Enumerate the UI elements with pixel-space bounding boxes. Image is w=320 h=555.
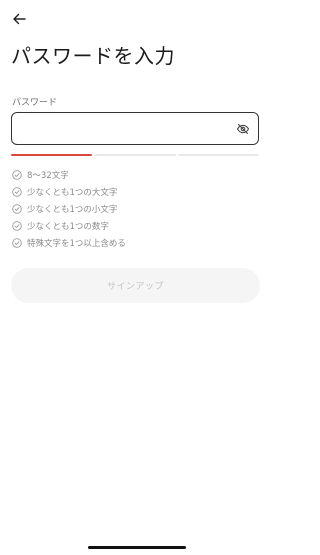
strength-segment	[94, 154, 176, 156]
strength-segment	[177, 154, 259, 156]
password-field[interactable]	[11, 112, 259, 145]
check-circle-icon	[12, 186, 22, 197]
requirement-text: 8〜32文字	[27, 170, 69, 181]
requirement-text: 特殊文字を1つ以上含める	[27, 238, 126, 249]
password-strength-meter	[11, 154, 259, 156]
check-circle-icon	[12, 203, 22, 214]
requirement-text: 少なくとも1つの大文字	[27, 187, 118, 198]
requirement-item: 少なくとも1つの数字	[12, 217, 126, 234]
requirement-item: 特殊文字を1つ以上含める	[12, 234, 126, 251]
check-circle-icon	[12, 169, 22, 180]
back-button[interactable]	[10, 10, 28, 28]
arrow-left-icon	[12, 12, 26, 26]
signup-button[interactable]: サインアップ	[11, 268, 260, 303]
check-circle-icon	[12, 220, 22, 231]
check-circle-icon	[12, 237, 22, 248]
eye-off-icon[interactable]	[236, 122, 250, 136]
page-title: パスワードを入力	[11, 44, 175, 68]
requirement-item: 少なくとも1つの大文字	[12, 183, 126, 200]
signup-button-label: サインアップ	[106, 282, 164, 292]
strength-segment	[11, 154, 93, 156]
password-label: パスワード	[12, 98, 58, 108]
requirement-text: 少なくとも1つの数字	[27, 221, 109, 232]
requirement-item: 8〜32文字	[12, 166, 126, 183]
password-input[interactable]	[20, 119, 220, 139]
home-indicator	[88, 546, 186, 549]
password-requirements-list: 8〜32文字 少なくとも1つの大文字 少なくとも1つの小文字 少なくとも1つの数…	[12, 166, 126, 251]
requirement-text: 少なくとも1つの小文字	[27, 204, 118, 215]
requirement-item: 少なくとも1つの小文字	[12, 200, 126, 217]
